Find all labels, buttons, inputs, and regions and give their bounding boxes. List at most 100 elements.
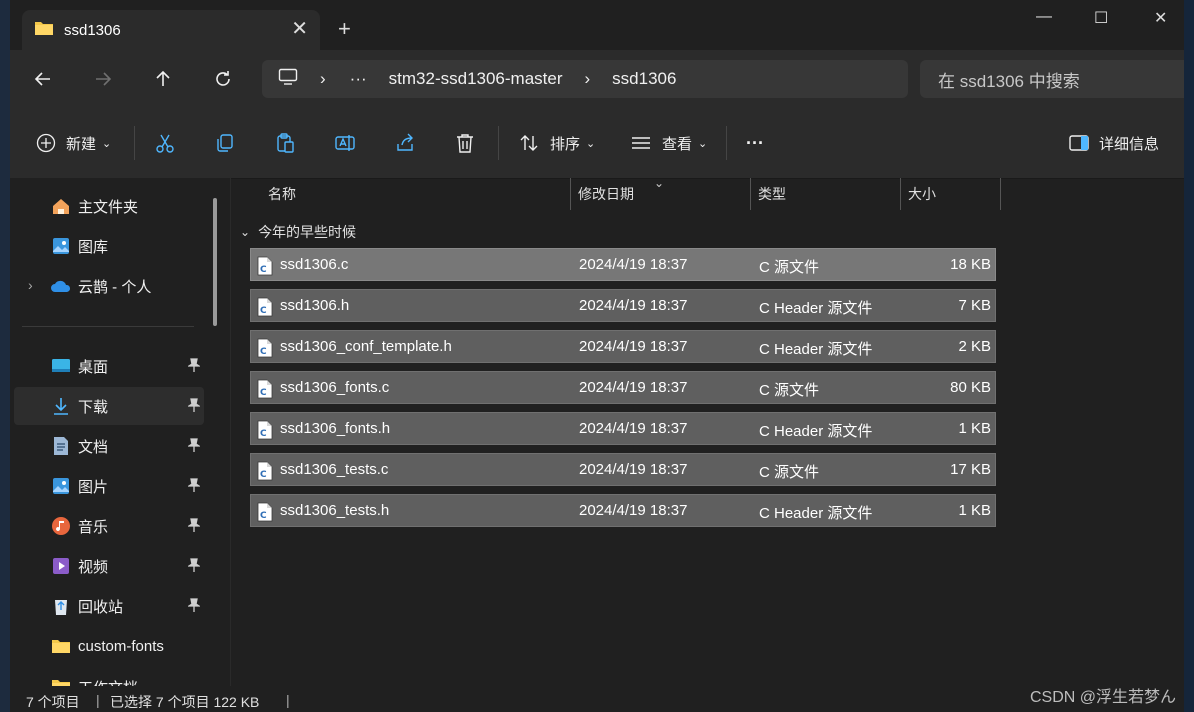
paste-button[interactable] [274,130,296,156]
table-row[interactable]: Cssd1306_conf_template.h 2024/4/19 18:37 C… [250,330,996,363]
svg-text:C: C [260,429,267,439]
svg-text:C: C [260,470,267,480]
c-file-icon: C [257,338,273,362]
file-name[interactable]: ssd1306_fonts.c [280,379,389,396]
sidebar-item-downloads[interactable]: 下载 [14,387,204,425]
chevron-right-icon[interactable]: › [320,69,326,89]
computer-icon[interactable] [278,68,298,91]
document-icon [50,435,72,457]
table-row[interactable]: Cssd1306_tests.h 2024/4/19 18:37 C Header … [250,494,996,527]
copy-icon [217,134,233,152]
column-separator[interactable] [570,178,571,210]
group-header[interactable]: ⌄ 今年的早些时候 [240,222,356,242]
sidebar-scrollbar[interactable] [213,198,217,326]
view-icon [632,137,650,149]
column-header-date[interactable]: 修改日期 [578,178,634,210]
sidebar-item-documents[interactable]: 文档 [14,427,204,465]
sidebar-item-music[interactable]: 音乐 [14,507,204,545]
file-name[interactable]: ssd1306_tests.c [280,461,388,478]
copy-button[interactable] [214,130,236,156]
chevron-right-icon[interactable]: › [585,69,591,89]
sidebar-item-recycle-bin[interactable]: 回收站 [14,587,204,625]
view-button[interactable]: 查看 ⌄ [630,130,707,156]
pin-icon[interactable] [186,438,202,456]
sidebar-item-onedrive[interactable]: › 云鹊 - 个人 [14,267,204,305]
back-button[interactable] [28,64,58,94]
sidebar-item-pictures[interactable]: 图片 [14,467,204,505]
new-button[interactable]: 新建 ⌄ [36,130,111,156]
file-explorer-window: ssd1306 ✕ + — ☐ ✕ › ··· stm32-ssd1306-ma… [10,0,1194,712]
item-count: 7 个项目 [26,694,80,710]
pin-icon[interactable] [186,398,202,416]
sidebar-item-work-docs[interactable]: 工作文档 [14,667,204,686]
chevron-down-icon: ⌄ [586,137,596,150]
file-size: 18 KB [950,256,991,273]
address-bar[interactable]: › ··· stm32-ssd1306-master › ssd1306 [262,60,908,98]
new-tab-button[interactable]: + [338,18,351,40]
sidebar-item-videos[interactable]: 视频 [14,547,204,585]
delete-button[interactable] [454,130,476,156]
tab-ssd1306[interactable]: ssd1306 ✕ [22,10,320,50]
forward-button[interactable] [88,64,118,94]
table-row[interactable]: Cssd1306.c 2024/4/19 18:37 C 源文件 18 KB [250,248,996,281]
table-row[interactable]: Cssd1306_tests.c 2024/4/19 18:37 C 源文件 17 K… [250,453,996,486]
pin-icon[interactable] [186,478,202,496]
file-name[interactable]: ssd1306_tests.h [280,502,389,519]
sidebar-item-label: 工作文档 [78,677,138,686]
breadcrumb-overflow[interactable]: ··· [350,69,367,89]
toolbar-divider [134,126,135,160]
search-input[interactable]: 在 ssd1306 中搜索 [920,60,1194,98]
pin-icon[interactable] [186,358,202,376]
column-header-type[interactable]: 类型 [758,178,786,210]
tab-close-button[interactable]: ✕ [291,19,308,39]
close-window-button[interactable]: ✕ [1154,8,1167,28]
pin-icon[interactable] [186,518,202,536]
table-row[interactable]: Cssd1306_fonts.h 2024/4/19 18:37 C Header … [250,412,996,445]
file-date: 2024/4/19 18:37 [579,256,688,273]
chevron-right-icon[interactable]: › [28,277,33,293]
sidebar-item-desktop[interactable]: 桌面 [14,347,204,385]
breadcrumb-item-stm32-ssd1306-master[interactable]: stm32-ssd1306-master [389,69,563,89]
chevron-down-icon[interactable]: ⌄ [240,225,250,239]
sidebar-item-home[interactable]: 主文件夹 [14,187,204,225]
file-name[interactable]: ssd1306.h [280,297,349,314]
minimize-button[interactable]: — [1036,8,1052,26]
pin-icon[interactable] [186,598,202,616]
more-options-button[interactable]: ··· [746,130,764,156]
table-row[interactable]: Cssd1306_fonts.c 2024/4/19 18:37 C 源文件 80 K… [250,371,996,404]
status-divider: | [96,692,100,708]
gallery-icon [50,235,72,257]
up-button[interactable] [148,64,178,94]
music-icon [50,515,72,537]
file-date: 2024/4/19 18:37 [579,420,688,437]
column-header-size[interactable]: 大小 [908,178,936,210]
arrow-left-icon [34,72,50,86]
c-file-icon: C [257,502,273,526]
file-type: C 源文件 [759,259,820,276]
column-separator[interactable] [1000,178,1001,210]
share-button[interactable] [394,130,416,156]
table-row[interactable]: Cssd1306.h 2024/4/19 18:37 C Header 源文件 7 K… [250,289,996,322]
pin-icon[interactable] [186,558,202,576]
file-name[interactable]: ssd1306_fonts.h [280,420,390,437]
breadcrumb-item-ssd1306[interactable]: ssd1306 [612,69,676,89]
column-header-name[interactable]: 名称 [268,178,296,210]
status-divider: | [286,692,290,708]
rename-button[interactable] [334,130,356,156]
cut-button[interactable] [154,130,176,156]
file-name[interactable]: ssd1306_conf_template.h [280,338,452,355]
details-pane-button[interactable]: 详细信息 [1068,130,1159,156]
c-file-icon: C [257,256,273,280]
maximize-button[interactable]: ☐ [1094,8,1108,28]
column-separator[interactable] [750,178,751,210]
refresh-button[interactable] [208,64,238,94]
column-separator[interactable] [900,178,901,210]
sidebar-item-gallery[interactable]: 图库 [14,227,204,265]
sort-button[interactable]: 排序 ⌄ [518,130,595,156]
svg-text:C: C [260,347,267,357]
sidebar-item-custom-fonts[interactable]: custom-fonts [14,627,204,665]
file-name[interactable]: ssd1306.c [280,256,348,273]
sidebar-item-label: 下载 [78,398,109,416]
navigation-bar: › ··· stm32-ssd1306-master › ssd1306 在 s… [10,50,1194,108]
file-type: C Header 源文件 [759,341,873,358]
